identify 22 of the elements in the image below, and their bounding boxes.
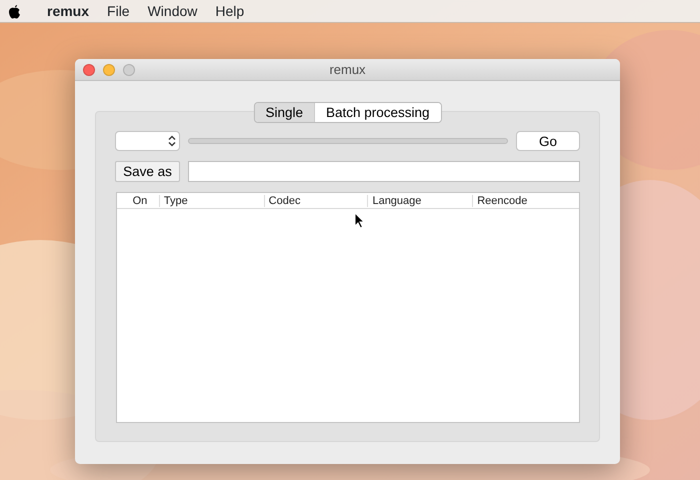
save-as-button[interactable]: Save as [115,161,180,182]
column-header[interactable]: Language [367,194,472,206]
close-button[interactable] [83,64,95,76]
stepper-icon [168,135,176,147]
menu-item[interactable]: Window [148,0,198,22]
tab[interactable]: Batch processing [314,103,441,122]
menu-item[interactable]: File [107,0,130,22]
apple-logo-icon[interactable] [8,4,21,18]
column-header[interactable]: Type [158,194,264,206]
menu-item[interactable]: Help [215,0,244,22]
window-title: remux [329,62,366,77]
mouse-cursor-icon [354,212,365,229]
column-header[interactable]: Codec [264,194,368,206]
app-menu[interactable]: remux [47,0,90,22]
minimize-button[interactable] [103,64,115,76]
format-popup[interactable] [115,131,180,151]
go-button[interactable]: Go [516,131,580,151]
output-path-field[interactable] [188,161,580,182]
column-header[interactable]: On [117,194,159,206]
zoom-button[interactable] [123,64,135,76]
tab[interactable]: Single [254,103,314,122]
column-header[interactable]: Reencode [472,194,579,206]
